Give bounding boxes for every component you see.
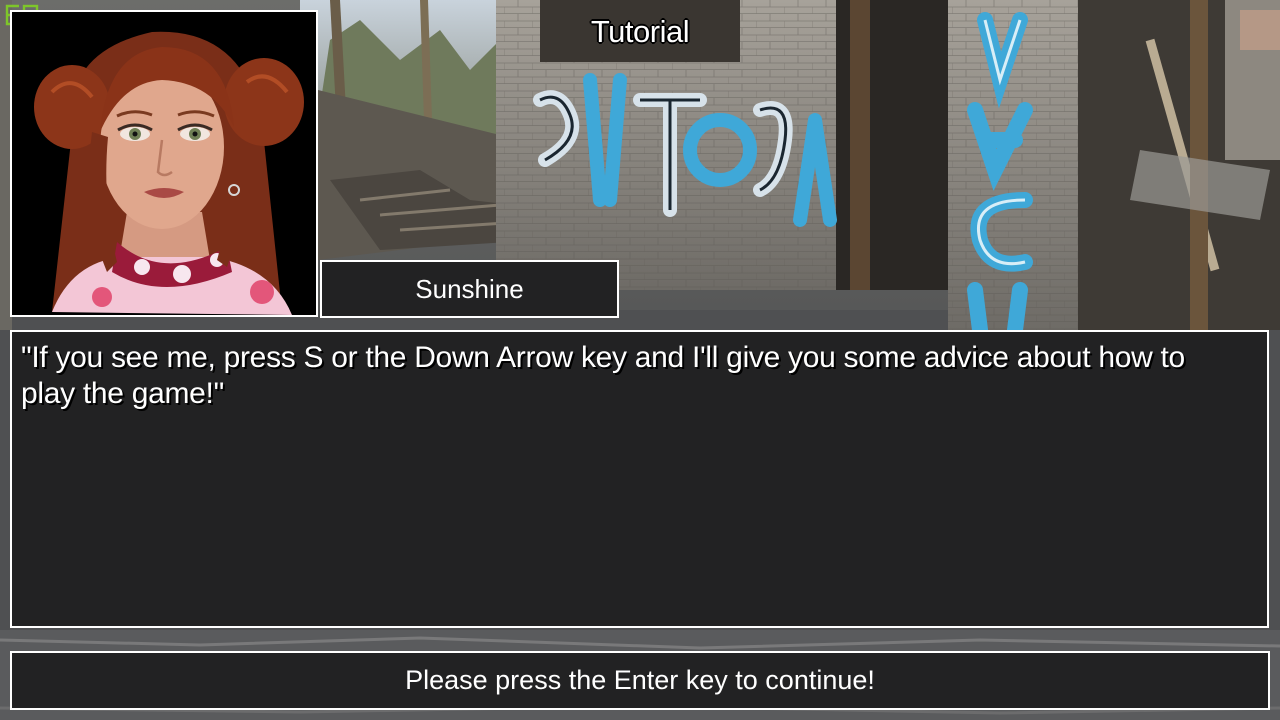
continue-prompt-text: Please press the Enter key to continue! <box>405 665 875 695</box>
redhead-girl-portrait-icon <box>12 12 316 315</box>
dialog-text: "If you see me, press S or the Down Arro… <box>21 341 1185 410</box>
continue-prompt[interactable]: Please press the Enter key to continue! <box>10 651 1270 710</box>
scene-title: Tutorial <box>590 14 690 49</box>
speaker-name: Sunshine <box>415 273 524 304</box>
speaker-portrait <box>10 10 318 317</box>
speaker-name-box: Sunshine <box>320 260 619 318</box>
dialog-box: "If you see me, press S or the Down Arro… <box>10 330 1269 628</box>
